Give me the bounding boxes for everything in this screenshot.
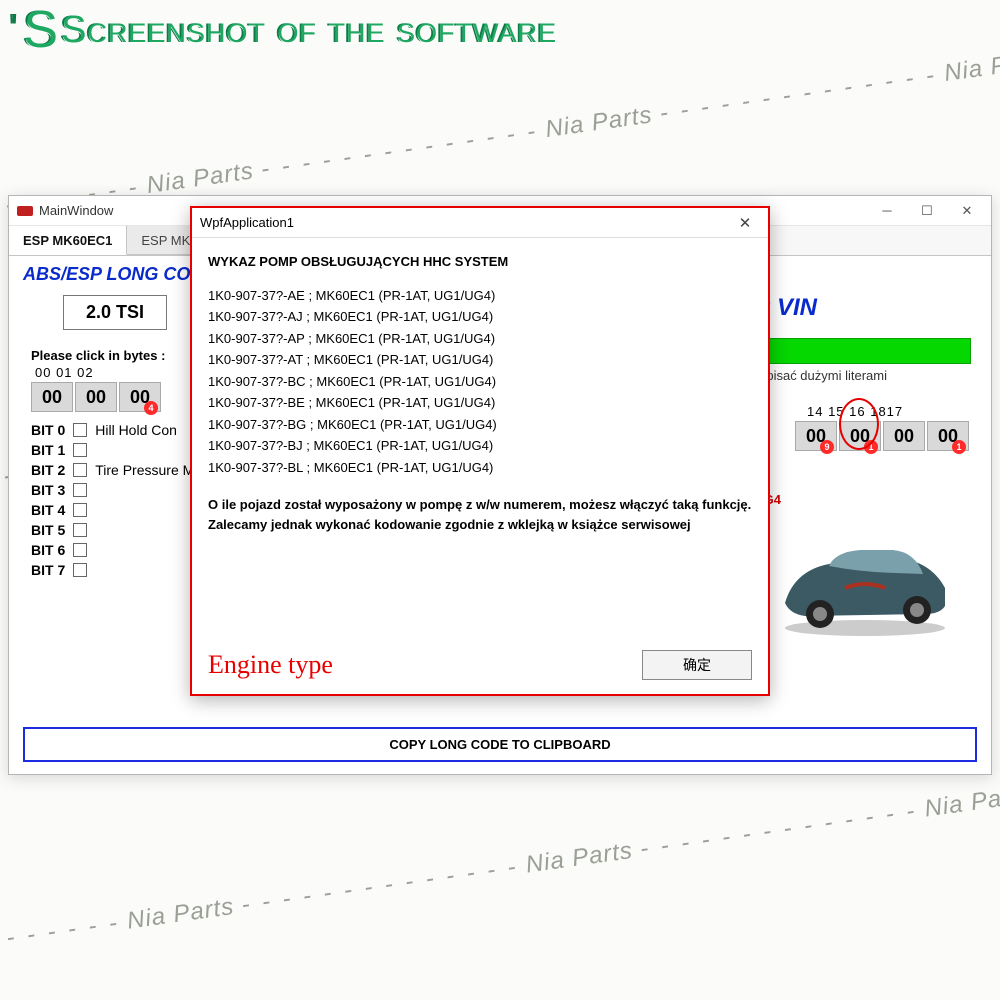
bit-checkbox[interactable]: [73, 523, 87, 537]
byte-01[interactable]: 00: [75, 382, 117, 412]
car-image: [765, 518, 965, 638]
engine-type-label: Engine type: [208, 650, 333, 680]
dialog-subtitle: WYKAZ POMP OBSŁUGUJĄCYCH HHC SYSTEM: [208, 252, 752, 272]
byte-16[interactable]: 00: [883, 421, 925, 451]
bit-label: BIT 1: [31, 442, 65, 458]
byte-row-right: 009 001 00 001: [795, 421, 969, 451]
bit-label: BIT 6: [31, 542, 65, 558]
pump-entry: 1K0-907-37?-AJ ; MK60EC1 (PR-1AT, UG1/UG…: [208, 307, 752, 327]
tab-esp-mk60ec1[interactable]: ESP MK60EC1: [9, 226, 127, 255]
bit-checkbox[interactable]: [73, 463, 87, 477]
pump-entry: 1K0-907-37?-AE ; MK60EC1 (PR-1AT, UG1/UG…: [208, 286, 752, 306]
pump-entry: 1K0-907-37?-BE ; MK60EC1 (PR-1AT, UG1/UG…: [208, 393, 752, 413]
bit-checkbox[interactable]: [73, 483, 87, 497]
bit-label: BIT 2: [31, 462, 65, 478]
bit-desc: Tire Pressure M: [95, 462, 194, 478]
byte-headers-right: 14 15 16 1817: [807, 404, 969, 419]
pump-entry: 1K0-907-37?-AP ; MK60EC1 (PR-1AT, UG1/UG…: [208, 329, 752, 349]
bit-checkbox[interactable]: [73, 563, 87, 577]
pump-entry: 1K0-907-37?-BG ; MK60EC1 (PR-1AT, UG1/UG…: [208, 415, 752, 435]
byte-15[interactable]: 001: [839, 421, 881, 451]
dialog-close-button[interactable]: ✕: [730, 214, 760, 232]
dialog-note: O ile pojazd został wyposażony w pompę z…: [208, 495, 752, 534]
bit-checkbox[interactable]: [73, 443, 87, 457]
bit-label: BIT 5: [31, 522, 65, 538]
pump-list: 1K0-907-37?-AE ; MK60EC1 (PR-1AT, UG1/UG…: [208, 286, 752, 478]
pump-entry: 1K0-907-37?-BL ; MK60EC1 (PR-1AT, UG1/UG…: [208, 458, 752, 478]
byte-02[interactable]: 004: [119, 382, 161, 412]
byte-00[interactable]: 00: [31, 382, 73, 412]
pump-entry: 1K0-907-37?-AT ; MK60EC1 (PR-1AT, UG1/UG…: [208, 350, 752, 370]
bit-label: BIT 3: [31, 482, 65, 498]
bit-label: BIT 4: [31, 502, 65, 518]
dialog-ok-button[interactable]: 确定: [642, 650, 752, 680]
bit-checkbox[interactable]: [73, 503, 87, 517]
dialog-title: WpfApplication1: [200, 215, 730, 230]
bit-label: BIT 7: [31, 562, 65, 578]
minimize-button[interactable]: ─: [867, 197, 907, 225]
maximize-button[interactable]: ☐: [907, 197, 947, 225]
app-icon: [17, 206, 33, 216]
byte-14[interactable]: 009: [795, 421, 837, 451]
close-button[interactable]: ✕: [947, 197, 987, 225]
bit-checkbox[interactable]: [73, 423, 87, 437]
bit-label: BIT 0: [31, 422, 65, 438]
watermark: - - - - - - - - Nia Parts - - - - - - - …: [0, 770, 1000, 959]
vin-hint: pisać dużymi literami: [766, 368, 887, 383]
banner: 'SScreenshot of the software: [0, 0, 1000, 60]
hhc-dialog: WpfApplication1 ✕ WYKAZ POMP OBSŁUGUJĄCY…: [190, 206, 770, 696]
copy-long-code-button[interactable]: COPY LONG CODE TO CLIPBOARD: [23, 727, 977, 762]
dialog-titlebar: WpfApplication1 ✕: [192, 208, 768, 238]
engine-select[interactable]: 2.0 TSI: [63, 295, 167, 330]
banner-text: Screenshot of the software: [61, 9, 557, 52]
pump-entry: 1K0-907-37?-BJ ; MK60EC1 (PR-1AT, UG1/UG…: [208, 436, 752, 456]
bit-checkbox[interactable]: [73, 543, 87, 557]
byte-18-17[interactable]: 001: [927, 421, 969, 451]
pump-entry: 1K0-907-37?-BC ; MK60EC1 (PR-1AT, UG1/UG…: [208, 372, 752, 392]
bit-desc: Hill Hold Con: [95, 422, 177, 438]
